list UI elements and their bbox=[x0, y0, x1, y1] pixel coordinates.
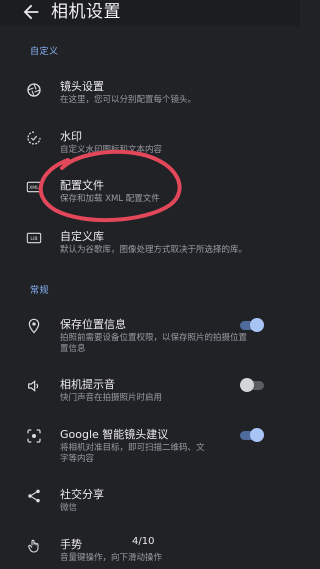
setting-custom-library-subtitle: 默认为谷歌库，图像处理方式取决于所选择的库。 bbox=[60, 245, 248, 255]
setting-lens-subtitle: 在这里，您可以分别配置每个镜头。 bbox=[60, 95, 197, 105]
setting-config-file-title: 配置文件 bbox=[60, 179, 104, 192]
setting-google-lens-subtitle: 将相机对准目标，即可扫描二维码、文 bbox=[60, 443, 205, 453]
gesture-hand-icon bbox=[28, 539, 39, 553]
svg-text:LIB: LIB bbox=[30, 236, 37, 242]
watermark-icon bbox=[27, 131, 41, 145]
toggle-thumb bbox=[250, 318, 264, 332]
setting-lens-title: 镜头设置 bbox=[60, 80, 104, 93]
xml-file-icon: XML bbox=[26, 181, 42, 193]
setting-google-lens-subtitle-line2: 字等内容 bbox=[60, 454, 95, 464]
setting-social-share-title: 社交分享 bbox=[60, 488, 104, 501]
setting-custom-library-title: 自定义库 bbox=[60, 230, 104, 243]
speaker-icon bbox=[28, 380, 39, 392]
setting-gesture-title: 手势 bbox=[60, 538, 82, 551]
setting-save-location-subtitle-line2: 置信息 bbox=[60, 344, 86, 354]
page-title: 相机设置 bbox=[51, 2, 121, 22]
toggle-thumb bbox=[250, 428, 264, 442]
setting-gesture-subtitle: 音量键操作，向下滑动操作 bbox=[60, 553, 163, 563]
setting-camera-sound-title: 相机提示音 bbox=[60, 378, 115, 391]
setting-camera-sound-subtitle: 快门声音在拍摄照片时启用 bbox=[60, 393, 163, 403]
setting-watermark-title: 水印 bbox=[60, 130, 82, 143]
toggle-thumb bbox=[240, 378, 254, 392]
section-header-custom: 自定义 bbox=[30, 47, 59, 57]
google-lens-icon bbox=[27, 429, 41, 443]
setting-config-file-subtitle: 保存和加载 XML 配置文件 bbox=[60, 194, 160, 204]
setting-save-location-subtitle: 拍照前需要设备位置权限，以保存照片的拍摄位置 bbox=[60, 333, 248, 343]
page-indicator: 4/10 bbox=[132, 536, 155, 547]
setting-watermark-subtitle: 自定义水印图标和文本内容 bbox=[60, 145, 163, 155]
section-header-general: 常规 bbox=[30, 286, 50, 296]
lib-icon: LIB bbox=[26, 232, 42, 244]
camera-sound-toggle[interactable] bbox=[240, 378, 264, 392]
setting-social-share-subtitle: 微信 bbox=[60, 503, 78, 513]
top-app-bar: 相机设置 bbox=[0, 0, 300, 26]
aperture-icon bbox=[27, 83, 41, 97]
google-lens-toggle[interactable] bbox=[240, 428, 264, 442]
share-icon bbox=[28, 489, 40, 503]
setting-google-lens-title: Google 智能镜头建议 bbox=[60, 428, 169, 441]
arrow-back-icon[interactable] bbox=[20, 1, 42, 23]
location-pin-icon bbox=[28, 318, 40, 334]
save-location-toggle[interactable] bbox=[240, 318, 264, 332]
svg-text:XML: XML bbox=[29, 185, 39, 191]
setting-save-location-title: 保存位置信息 bbox=[60, 318, 126, 331]
